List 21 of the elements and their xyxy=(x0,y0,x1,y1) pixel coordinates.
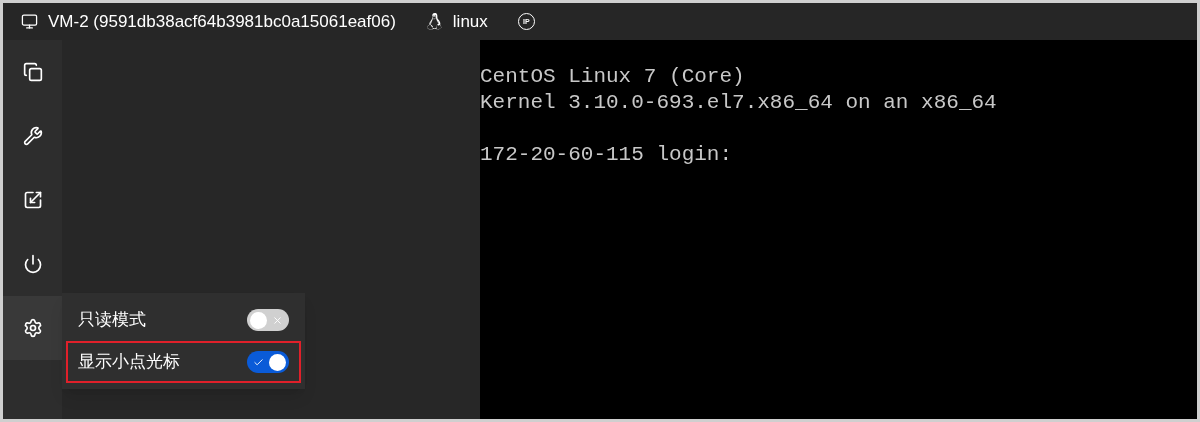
sidebar-button[interactable] xyxy=(3,296,62,360)
option-label: 显示小点光标 xyxy=(78,351,180,374)
vm-title: VM-2 (9591db38acf64b3981bc0a15061eaf06) xyxy=(48,10,396,33)
menu-option[interactable]: 显示小点光标 xyxy=(66,341,301,383)
toggle-switch[interactable] xyxy=(247,351,289,373)
os-label: linux xyxy=(452,10,488,33)
option-label: 只读模式 xyxy=(78,309,146,332)
terminal-line: 172-20-60-115 login: xyxy=(480,142,733,168)
check-icon xyxy=(253,356,264,368)
toggle-switch[interactable] xyxy=(247,309,289,331)
settings-icon xyxy=(22,318,43,338)
power-icon xyxy=(22,254,43,274)
close-icon xyxy=(272,314,283,326)
terminal-line: Kernel 3.10.0-693.el7.x86_64 on an x86_64 xyxy=(480,90,997,116)
linux-icon xyxy=(425,13,443,30)
monitor-icon xyxy=(21,13,38,30)
terminal-line: CentOS Linux 7 (Core) xyxy=(480,64,745,90)
menu-option[interactable]: 只读模式 xyxy=(66,299,301,341)
resize-icon xyxy=(22,190,43,210)
wrench-icon xyxy=(22,126,43,146)
copy-icon xyxy=(22,62,43,82)
